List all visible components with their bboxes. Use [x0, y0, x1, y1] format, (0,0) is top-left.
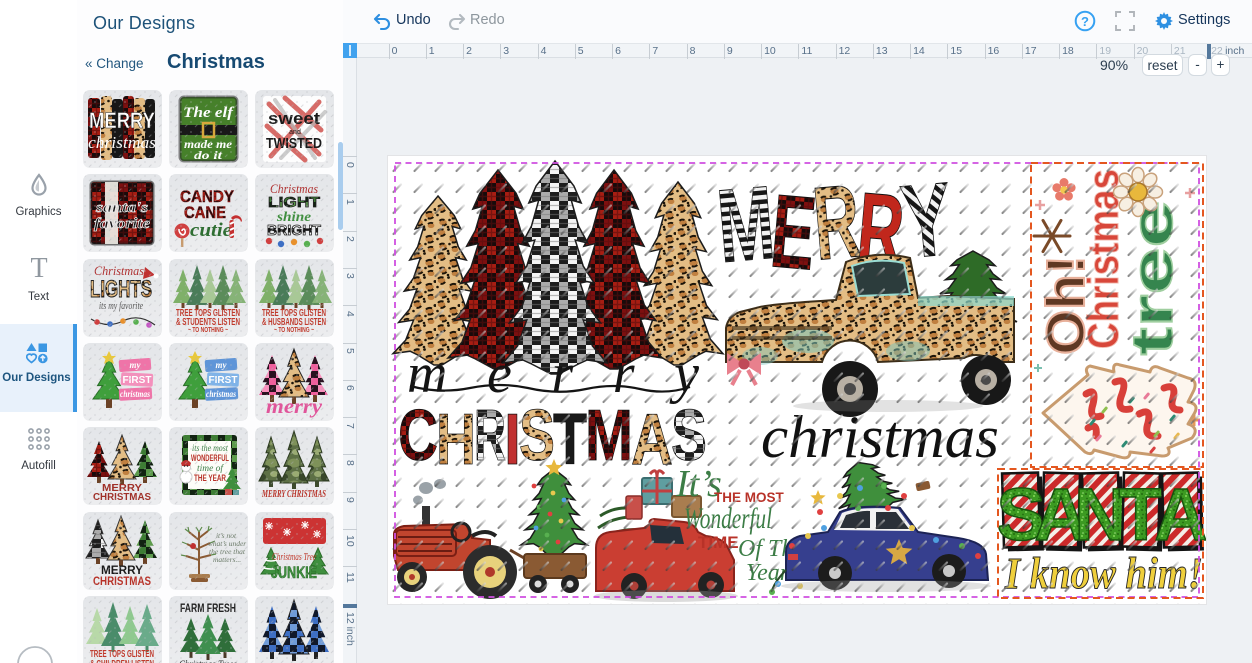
svg-text:T: T — [30, 255, 47, 283]
svg-text:?: ? — [1081, 14, 1089, 29]
